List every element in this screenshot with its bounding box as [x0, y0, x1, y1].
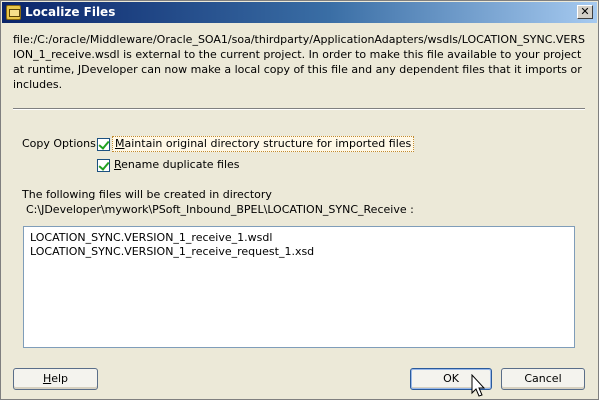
files-directory-label: The following files will be created in d… — [22, 188, 272, 201]
folder-icon — [6, 5, 21, 20]
copy-options-label: Copy Options: — [22, 137, 100, 150]
maintain-mnemonic: M — [115, 137, 125, 150]
files-list[interactable]: LOCATION_SYNC.VERSION_1_receive_1.wsdl L… — [23, 226, 575, 348]
rename-label-text: ename duplicate files — [121, 158, 240, 171]
list-item[interactable]: LOCATION_SYNC.VERSION_1_receive_request_… — [30, 245, 568, 259]
mouse-pointer-icon — [471, 374, 485, 397]
maintain-structure-label[interactable]: Maintain original directory structure fo… — [112, 136, 415, 152]
rename-duplicates-checkbox[interactable] — [97, 159, 110, 172]
maintain-label-text: aintain original directory structure for… — [124, 137, 412, 150]
maintain-structure-checkbox[interactable] — [97, 138, 110, 151]
dialog-title: Localize Files — [25, 5, 116, 19]
files-directory-path: C:\JDeveloper\mywork\PSoft_Inbound_BPEL\… — [26, 203, 414, 216]
description-text: file:/C:/oracle/Middleware/Oracle_SOA1/s… — [13, 33, 586, 91]
rename-duplicates-label[interactable]: Rename duplicate files — [114, 158, 240, 171]
localize-files-dialog: Localize Files ✕ file:/C:/oracle/Middlew… — [0, 0, 599, 400]
title-bar: Localize Files ✕ — [2, 2, 597, 23]
separator — [13, 108, 585, 110]
help-mnemonic: H — [42, 372, 52, 385]
list-item[interactable]: LOCATION_SYNC.VERSION_1_receive_1.wsdl — [30, 231, 568, 245]
help-button[interactable]: Help — [13, 368, 98, 390]
cancel-button[interactable]: Cancel — [501, 368, 585, 390]
help-label: elp — [51, 372, 69, 385]
close-button[interactable]: ✕ — [577, 5, 593, 19]
